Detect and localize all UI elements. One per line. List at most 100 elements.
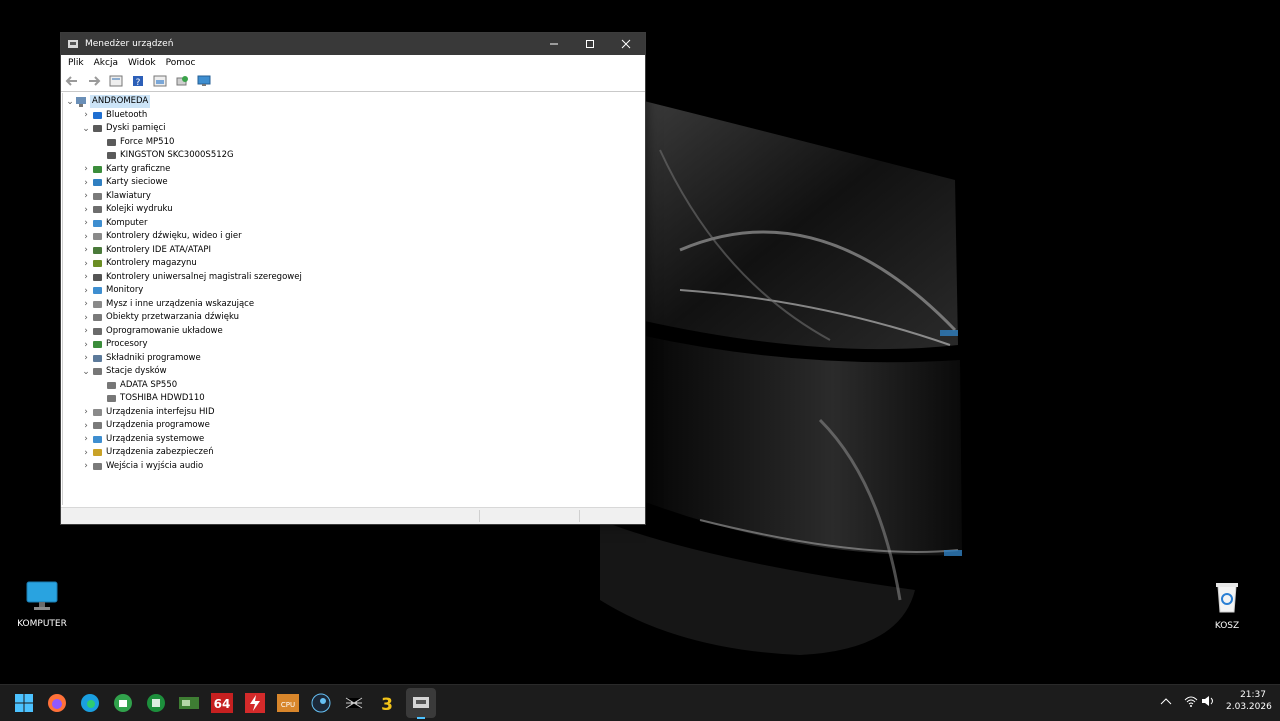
- volume-button[interactable]: [1201, 695, 1215, 710]
- chevron-right-icon[interactable]: ›: [81, 203, 91, 216]
- chevron-down-icon[interactable]: ⌄: [81, 122, 91, 135]
- tree-item[interactable]: ⌄ Dyski pamięci: [81, 122, 166, 135]
- tree-item[interactable]: › Kontrolery IDE ATA/ATAPI: [81, 244, 211, 257]
- menu-widok[interactable]: Widok: [123, 58, 161, 68]
- forward-icon: [89, 76, 101, 86]
- tree-item[interactable]: › Klawiatury: [81, 190, 151, 203]
- clock[interactable]: 21:37 2.03.2026: [1226, 690, 1272, 712]
- chevron-right-icon[interactable]: ›: [81, 284, 91, 297]
- storage-controller-icon: [91, 258, 103, 270]
- help-button[interactable]: ?: [129, 73, 147, 89]
- cpu-z-button[interactable]: CPU: [276, 691, 300, 715]
- flash-button[interactable]: [243, 691, 267, 715]
- tree-item-label: Urządzenia interfejsu HID: [106, 406, 215, 417]
- start-button[interactable]: [12, 691, 36, 715]
- device-manager-taskbar-button[interactable]: [406, 688, 436, 719]
- show-hide-button[interactable]: [151, 73, 169, 89]
- tree-item[interactable]: ADATA SP550: [95, 379, 177, 392]
- tree-item-label: Dyski pamięci: [106, 123, 166, 133]
- tree-item[interactable]: TOSHIBA HDWD110: [95, 392, 205, 405]
- software-component-icon: [91, 352, 103, 364]
- chevron-right-icon[interactable]: ›: [81, 446, 91, 459]
- menu-plik[interactable]: Plik: [63, 58, 89, 68]
- tree-item[interactable]: › Karty graficzne: [81, 163, 170, 176]
- chevron-right-icon[interactable]: ›: [81, 338, 91, 351]
- chevron-right-icon[interactable]: ›: [81, 460, 91, 473]
- close-button[interactable]: [609, 33, 643, 55]
- tree-item[interactable]: › Kolejki wydruku: [81, 203, 172, 216]
- chevron-right-icon[interactable]: ›: [81, 298, 91, 311]
- tree-item[interactable]: › Urządzenia systemowe: [81, 433, 204, 446]
- desktop-icon-kosz[interactable]: KOSZ: [1192, 580, 1262, 631]
- tree-item-label: Procesory: [106, 339, 148, 349]
- properties-button[interactable]: [107, 73, 125, 89]
- monitor-display-button[interactable]: [195, 73, 213, 89]
- chevron-right-icon[interactable]: ›: [81, 325, 91, 338]
- chevron-right-icon[interactable]: ›: [81, 352, 91, 365]
- tree-item[interactable]: › Składniki programowe: [81, 352, 201, 365]
- chevron-right-icon[interactable]: ›: [81, 311, 91, 324]
- tree-item[interactable]: › Kontrolery magazynu: [81, 257, 197, 270]
- tree-item[interactable]: › Kontrolery dźwięku, wideo i gier: [81, 230, 241, 243]
- tree-item-label: Stacje dysków: [106, 366, 167, 376]
- edge-button[interactable]: [78, 691, 102, 715]
- tree-root[interactable]: ⌄ ANDROMEDA: [65, 95, 151, 108]
- three-app-button[interactable]: 3: [375, 691, 399, 715]
- toolbar: ?: [61, 71, 645, 92]
- scan-hardware-button[interactable]: [173, 73, 191, 89]
- ide-controller-icon: [91, 244, 103, 256]
- menu-pomoc[interactable]: Pomoc: [161, 58, 201, 68]
- tree-item[interactable]: › Procesory: [81, 338, 148, 351]
- tree-item[interactable]: Force MP510: [95, 136, 174, 149]
- chevron-right-icon[interactable]: ›: [81, 271, 91, 284]
- tree-item[interactable]: KINGSTON SKC3000S512G: [95, 149, 234, 162]
- tree-item[interactable]: › Mysz i inne urządzenia wskazujące: [81, 298, 254, 311]
- chevron-right-icon[interactable]: ›: [81, 217, 91, 230]
- show-hidden-icons-button[interactable]: [1160, 696, 1172, 709]
- wifi-button[interactable]: [1184, 695, 1198, 710]
- tree-item[interactable]: › Obiekty przetwarzania dźwięku: [81, 311, 239, 324]
- tree-item[interactable]: ⌄ Stacje dysków: [81, 365, 167, 378]
- minimize-button[interactable]: [537, 33, 571, 55]
- drive-icon: [91, 366, 103, 378]
- chevron-right-icon[interactable]: ›: [81, 109, 91, 122]
- chevron-right-icon[interactable]: ›: [81, 257, 91, 270]
- active-indicator: [417, 717, 425, 719]
- chevron-right-icon[interactable]: ›: [81, 230, 91, 243]
- chevron-down-icon[interactable]: ⌄: [65, 95, 75, 108]
- device-manager-icon: [413, 697, 429, 708]
- maximize-button[interactable]: [573, 33, 607, 55]
- tree-item[interactable]: › Wejścia i wyjścia audio: [81, 460, 203, 473]
- steam-icon: [311, 693, 331, 713]
- store-button[interactable]: [111, 691, 135, 715]
- excel-button[interactable]: [144, 691, 168, 715]
- tree-item[interactable]: › Monitory: [81, 284, 143, 297]
- chevron-right-icon[interactable]: ›: [81, 419, 91, 432]
- forward-button[interactable]: [85, 73, 103, 89]
- chevron-right-icon[interactable]: ›: [81, 433, 91, 446]
- chevron-right-icon[interactable]: ›: [81, 244, 91, 257]
- tree-item[interactable]: › Urządzenia interfejsu HID: [81, 406, 214, 419]
- menu-akcja[interactable]: Akcja: [89, 58, 123, 68]
- tree-item[interactable]: › Urządzenia programowe: [81, 419, 210, 432]
- chevron-right-icon[interactable]: ›: [81, 406, 91, 419]
- chevron-right-icon[interactable]: ›: [81, 176, 91, 189]
- desktop-icon-komputer[interactable]: KOMPUTER: [7, 580, 77, 629]
- steam-button[interactable]: [309, 691, 333, 715]
- tree-item[interactable]: › Bluetooth: [81, 109, 147, 122]
- spider-button[interactable]: [342, 691, 366, 715]
- chevron-down-icon[interactable]: ⌄: [81, 365, 91, 378]
- title-bar[interactable]: Menedżer urządzeń: [61, 33, 645, 55]
- firefox-button[interactable]: [45, 691, 69, 715]
- gpu-z-button[interactable]: [177, 691, 201, 715]
- tree-item[interactable]: › Karty sieciowe: [81, 176, 167, 189]
- tree-item[interactable]: › Urządzenia zabezpieczeń: [81, 446, 213, 459]
- tree-item[interactable]: › Kontrolery uniwersalnej magistrali szer…: [81, 271, 302, 284]
- tree-item[interactable]: › Komputer: [81, 217, 147, 230]
- back-button[interactable]: [63, 73, 81, 89]
- tree-item[interactable]: › Oprogramowanie układowe: [81, 325, 223, 338]
- aida64-button[interactable]: 64: [210, 691, 234, 715]
- chevron-right-icon[interactable]: ›: [81, 163, 91, 176]
- chevron-right-icon[interactable]: ›: [81, 190, 91, 203]
- svg-text:3: 3: [381, 695, 393, 713]
